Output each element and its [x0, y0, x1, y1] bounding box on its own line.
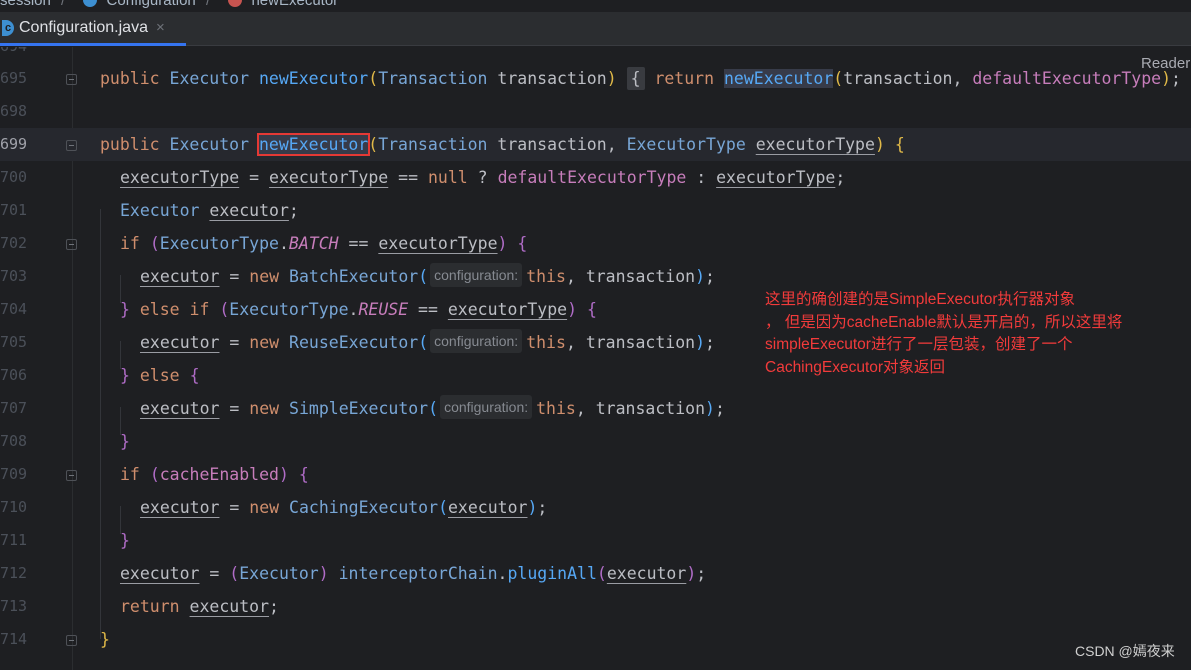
- line-number: 699: [0, 135, 28, 153]
- code-line: 702 if (ExecutorType.BATCH == executorTy…: [0, 227, 1191, 260]
- line-number: 713: [0, 597, 28, 615]
- code-line: 712 executor = (Executor) interceptorCha…: [0, 557, 1191, 590]
- breadcrumb-item-newexecutor[interactable]: newExecutor: [251, 0, 338, 8]
- parameter-hint: configuration:: [430, 263, 523, 287]
- code-line-current: 699 public Executor newExecutor(Transact…: [0, 128, 1191, 161]
- code-line: 707 executor = new SimpleExecutor(config…: [0, 392, 1191, 425]
- fold-icon[interactable]: [66, 74, 77, 85]
- line-number: 694: [0, 47, 28, 63]
- code-line: 694: [0, 47, 1191, 63]
- fold-icon[interactable]: [66, 635, 77, 646]
- breadcrumb-item-configuration[interactable]: Configuration: [107, 0, 196, 8]
- fold-icon[interactable]: [66, 140, 77, 151]
- code-line: 700 executorType = executorType == null …: [0, 161, 1191, 194]
- line-number: 702: [0, 234, 28, 252]
- fold-icon[interactable]: [66, 470, 77, 481]
- method-icon: [228, 0, 243, 7]
- breadcrumb-separator: /: [61, 0, 65, 8]
- method-name-highlight: newExecutor: [256, 133, 371, 156]
- breadcrumb-separator: /: [206, 0, 210, 8]
- line-number: 711: [0, 531, 28, 549]
- code-line: 698: [0, 95, 1191, 128]
- line-number: 712: [0, 564, 28, 582]
- line-number: 704: [0, 300, 28, 318]
- annotation-line: 这里的确创建的是SimpleExecutor执行器对象: [765, 291, 1076, 308]
- line-number: 695: [0, 69, 28, 87]
- code-line: 708 }: [0, 425, 1191, 458]
- line-number: 701: [0, 201, 28, 219]
- code-line: 710 executor = new CachingExecutor(execu…: [0, 491, 1191, 524]
- java-class-icon: c: [2, 19, 14, 36]
- line-number: 710: [0, 498, 28, 516]
- breadcrumb: session / Configuration / newExecutor: [0, 0, 1191, 8]
- line-number: 703: [0, 267, 28, 285]
- parameter-hint: configuration:: [430, 329, 523, 353]
- annotation-line: CachingExecutor对象返回: [765, 358, 946, 376]
- annotation-line: ， 但是因为cacheEnable默认是开启的，所以这里将: [765, 313, 1123, 331]
- code-line: 711 }: [0, 524, 1191, 557]
- annotation-line: simpleExecutor进行了一层包装，创建了一个: [765, 336, 1073, 353]
- tab-configuration-java[interactable]: c Configuration.java ×: [0, 12, 186, 46]
- watermark: CSDN @嫣夜来: [1075, 643, 1175, 659]
- tab-label: Configuration.java: [19, 18, 148, 36]
- line-number: 700: [0, 168, 28, 186]
- code-line: 714 }: [0, 623, 1191, 656]
- fold-icon[interactable]: [66, 239, 77, 250]
- line-number: 714: [0, 630, 28, 648]
- line-number: 709: [0, 465, 28, 483]
- line-number: 705: [0, 333, 28, 351]
- line-number: 706: [0, 366, 28, 384]
- line-number: 708: [0, 432, 28, 450]
- close-icon[interactable]: ×: [156, 19, 165, 36]
- annotation-note: 这里的确创建的是SimpleExecutor执行器对象 ， 但是因为cacheE…: [765, 289, 1165, 379]
- line-number: 698: [0, 102, 28, 120]
- parameter-hint: configuration:: [440, 395, 533, 419]
- breadcrumb-item-session[interactable]: session: [0, 0, 51, 8]
- code-line: 713 return executor;: [0, 590, 1191, 623]
- class-icon: [83, 0, 98, 7]
- code-line: 709 if (cacheEnabled) {: [0, 458, 1191, 491]
- code-line: 695 public Executor newExecutor(Transact…: [0, 62, 1191, 95]
- editor-tab-bar: c Configuration.java ×: [0, 12, 1191, 46]
- code-line: 701 Executor executor;: [0, 194, 1191, 227]
- line-number: 707: [0, 399, 28, 417]
- reader-mode-toggle[interactable]: Reader: [1141, 55, 1191, 72]
